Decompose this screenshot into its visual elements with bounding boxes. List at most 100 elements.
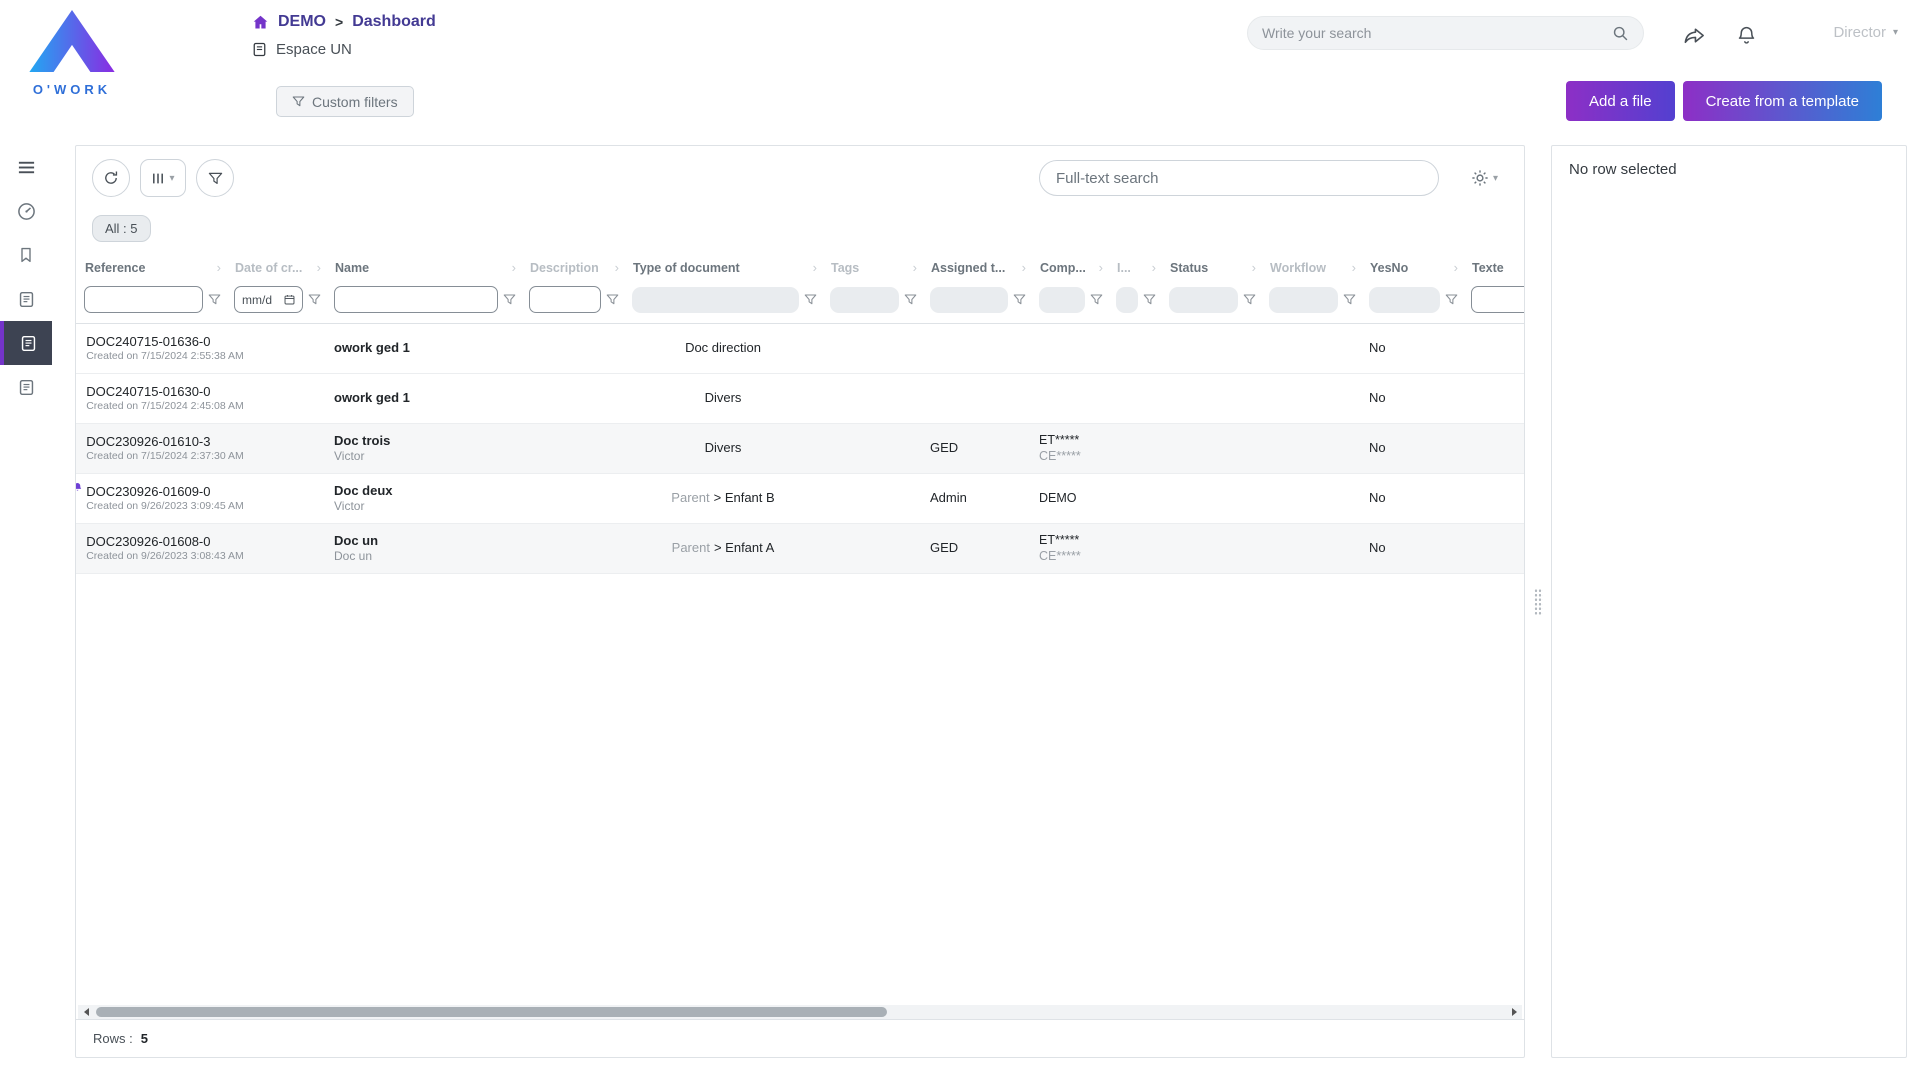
- cell-workflow: [1261, 374, 1361, 423]
- column-resize-handle[interactable]: ›: [1252, 260, 1256, 275]
- column-header-description[interactable]: Description ›: [521, 252, 624, 282]
- column-label: Description: [530, 261, 599, 275]
- horizontal-scrollbar[interactable]: [78, 1005, 1522, 1019]
- column-resize-handle[interactable]: ›: [1099, 260, 1103, 275]
- column-header-tags[interactable]: Tags›: [822, 252, 922, 282]
- filter-funnel-icon[interactable]: [1243, 293, 1256, 306]
- refresh-button[interactable]: [92, 159, 130, 197]
- type-parent: Parent: [672, 540, 710, 556]
- logo-mark-icon: [28, 10, 116, 72]
- sidebar-item-library[interactable]: [0, 277, 52, 321]
- reference-number: DOC240715-01636-0: [86, 334, 244, 350]
- app-logo[interactable]: O'WORK: [16, 10, 128, 97]
- cell-status: [1161, 374, 1261, 423]
- column-label: Texte: [1472, 261, 1504, 275]
- caret-down-icon: ▾: [1893, 27, 1898, 38]
- column-header-yesno[interactable]: YesNo›: [1361, 252, 1463, 282]
- table-row[interactable]: PDFDOC240715-01630-0Created on 7/15/2024…: [76, 374, 1524, 424]
- scrollbar-track[interactable]: [94, 1005, 1506, 1019]
- filter-funnel-icon[interactable]: [1013, 293, 1026, 306]
- filter-input-reference[interactable]: [84, 286, 203, 313]
- sidebar-item-dashboard[interactable]: [0, 189, 52, 233]
- cell-i: [1108, 524, 1161, 573]
- filter-funnel-icon[interactable]: [1343, 293, 1356, 306]
- column-header-assigned[interactable]: Assigned t...›: [922, 252, 1031, 282]
- filter-funnel-icon[interactable]: [804, 293, 817, 306]
- cell-type: Parent> Enfant A: [624, 524, 822, 573]
- cell-yesno: No: [1361, 524, 1463, 573]
- column-resize-handle[interactable]: ›: [317, 260, 321, 275]
- table-row[interactable]: PDFDOC230926-01610-3Created on 7/15/2024…: [76, 424, 1524, 474]
- sidebar-item-archive[interactable]: [0, 365, 52, 409]
- breadcrumb-current[interactable]: Dashboard: [352, 13, 436, 31]
- table-settings-button[interactable]: ▾: [1471, 169, 1498, 187]
- fulltext-search-input[interactable]: [1039, 160, 1439, 196]
- filter-cell-texte: [1463, 286, 1524, 313]
- sidebar-item-documents[interactable]: [0, 321, 52, 365]
- table-row[interactable]: DOC230926-01609-0Created on 9/26/2023 3:…: [76, 474, 1524, 524]
- filter-date-date[interactable]: mm/d: [234, 286, 303, 313]
- cell-yesno: No: [1361, 374, 1463, 423]
- share-button[interactable]: [1678, 19, 1710, 51]
- filter-funnel-icon[interactable]: [208, 293, 221, 306]
- cell-texte: [1463, 474, 1524, 523]
- pdf-file-icon: PDF: [76, 537, 77, 560]
- cell-status: [1161, 524, 1261, 573]
- column-header-date[interactable]: Date of cr...›: [226, 252, 326, 282]
- filter-funnel-icon[interactable]: [606, 293, 619, 306]
- column-chooser-button[interactable]: ▾: [140, 159, 186, 197]
- filter-funnel-icon[interactable]: [308, 293, 321, 306]
- scrollbar-thumb[interactable]: [96, 1007, 887, 1017]
- sidebar-item-bookmarks[interactable]: [0, 233, 52, 277]
- cell-i: [1108, 474, 1161, 523]
- add-file-button[interactable]: Add a file: [1566, 81, 1675, 121]
- breadcrumb-home[interactable]: DEMO: [278, 13, 326, 31]
- custom-filters-button[interactable]: Custom filters: [276, 86, 414, 117]
- column-header-reference[interactable]: Reference›: [76, 252, 226, 282]
- filter-funnel-icon: [292, 95, 305, 108]
- tab-all[interactable]: All : 5: [92, 215, 151, 242]
- scroll-left-arrow[interactable]: [78, 1005, 94, 1019]
- column-header-i[interactable]: I...›: [1108, 252, 1161, 282]
- global-search-input[interactable]: [1262, 25, 1612, 41]
- cell-reference: PDFDOC240715-01630-0Created on 7/15/2024…: [76, 374, 226, 423]
- column-resize-handle[interactable]: ›: [813, 260, 817, 275]
- filter-funnel-icon[interactable]: [503, 293, 516, 306]
- create-from-template-button[interactable]: Create from a template: [1683, 81, 1882, 121]
- resize-grip[interactable]: [1534, 588, 1543, 615]
- column-resize-handle[interactable]: ›: [217, 260, 221, 275]
- search-icon[interactable]: [1612, 25, 1629, 42]
- scroll-right-arrow[interactable]: [1506, 1005, 1522, 1019]
- column-resize-handle[interactable]: ›: [913, 260, 917, 275]
- workspace-label: Espace UN: [252, 41, 352, 58]
- filter-input-description[interactable]: [529, 286, 601, 313]
- filter-input-name[interactable]: [334, 286, 498, 313]
- column-resize-handle[interactable]: ›: [512, 260, 516, 275]
- column-resize-handle[interactable]: ›: [1152, 260, 1156, 275]
- table-row[interactable]: PDFDOC230926-01608-0Created on 9/26/2023…: [76, 524, 1524, 574]
- column-resize-handle[interactable]: ›: [1352, 260, 1356, 275]
- column-header-workflow[interactable]: Workflow›: [1261, 252, 1361, 282]
- filter-button[interactable]: [196, 159, 234, 197]
- column-header-company[interactable]: Comp...›: [1031, 252, 1108, 282]
- filter-funnel-icon[interactable]: [1143, 293, 1156, 306]
- column-header-type[interactable]: Type of document›: [624, 252, 822, 282]
- filter-input-texte[interactable]: [1471, 286, 1524, 313]
- column-header-texte[interactable]: Texte: [1463, 252, 1524, 282]
- column-resize-handle[interactable]: ›: [1454, 260, 1458, 275]
- role-dropdown[interactable]: Director ▾: [1833, 24, 1898, 41]
- pdf-file-icon: PDF: [76, 437, 77, 460]
- filter-funnel-icon[interactable]: [904, 293, 917, 306]
- column-resize-handle[interactable]: ›: [615, 260, 619, 275]
- table-row[interactable]: PDFDOC240715-01636-0Created on 7/15/2024…: [76, 324, 1524, 374]
- assigned-value: Admin: [930, 490, 967, 506]
- document-name: owork ged 1: [334, 390, 410, 406]
- notifications-button[interactable]: [1730, 19, 1762, 51]
- column-header-name[interactable]: Name›: [326, 252, 521, 282]
- filter-funnel-icon[interactable]: [1445, 293, 1458, 306]
- column-resize-handle[interactable]: ›: [1022, 260, 1026, 275]
- sidebar-item-menu[interactable]: [0, 145, 52, 189]
- yesno-value: No: [1369, 490, 1386, 506]
- filter-funnel-icon[interactable]: [1090, 293, 1103, 306]
- column-header-status[interactable]: Status›: [1161, 252, 1261, 282]
